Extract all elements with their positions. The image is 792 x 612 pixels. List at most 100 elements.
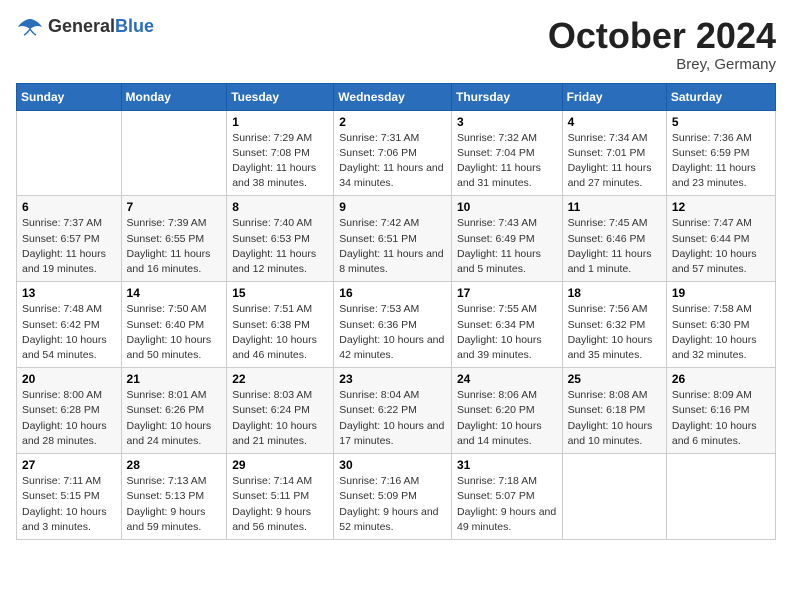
day-info: Sunrise: 7:58 AMSunset: 6:30 PMDaylight:… xyxy=(672,302,770,363)
day-info: Sunrise: 7:18 AMSunset: 5:07 PMDaylight:… xyxy=(457,474,557,535)
calendar-cell: 2 Sunrise: 7:31 AMSunset: 7:06 PMDaylight… xyxy=(334,110,452,196)
day-number: 12 xyxy=(672,200,770,214)
calendar-cell xyxy=(666,454,775,540)
calendar-cell: 4Sunrise: 7:34 AMSunset: 7:01 PMDaylight… xyxy=(562,110,666,196)
day-number: 25 xyxy=(568,372,661,386)
day-info: Sunrise: 8:06 AMSunset: 6:20 PMDaylight:… xyxy=(457,388,557,449)
calendar-cell: 1Sunrise: 7:29 AMSunset: 7:08 PMDaylight… xyxy=(227,110,334,196)
day-info: Sunrise: 7:42 AMSunset: 6:51 PMDaylight:… xyxy=(339,216,446,277)
calendar-cell: 3Sunrise: 7:32 AMSunset: 7:04 PMDaylight… xyxy=(451,110,562,196)
calendar-table: SundayMondayTuesdayWednesdayThursdayFrid… xyxy=(16,83,776,540)
day-number: 3 xyxy=(457,115,557,129)
day-info: Sunrise: 7:48 AMSunset: 6:42 PMDaylight:… xyxy=(22,302,116,363)
month-title: October 2024 xyxy=(548,16,776,56)
calendar-cell: 28 Sunrise: 7:13 AMSunset: 5:13 PMDayligh… xyxy=(121,454,227,540)
calendar-cell: 8 Sunrise: 7:40 AMSunset: 6:53 PMDaylight… xyxy=(227,196,334,282)
calendar-cell: 27 Sunrise: 7:11 AMSunset: 5:15 PMDayligh… xyxy=(17,454,122,540)
day-info: Sunrise: 7:16 AMSunset: 5:09 PMDaylight:… xyxy=(339,474,446,535)
logo-bird-icon xyxy=(16,17,44,37)
calendar-week-row: 27 Sunrise: 7:11 AMSunset: 5:15 PMDayligh… xyxy=(17,454,776,540)
weekday-header-saturday: Saturday xyxy=(666,83,775,110)
day-number: 31 xyxy=(457,458,557,472)
day-info: Sunrise: 7:45 AMSunset: 6:46 PMDaylight:… xyxy=(568,216,661,277)
day-info: Sunrise: 7:47 AMSunset: 6:44 PMDaylight:… xyxy=(672,216,770,277)
weekday-header-wednesday: Wednesday xyxy=(334,83,452,110)
day-number: 26 xyxy=(672,372,770,386)
title-area: October 2024 Brey, Germany xyxy=(548,16,776,73)
day-number: 17 xyxy=(457,286,557,300)
day-number: 6 xyxy=(22,200,116,214)
day-number: 27 xyxy=(22,458,116,472)
weekday-header-monday: Monday xyxy=(121,83,227,110)
calendar-cell: 26Sunrise: 8:09 AMSunset: 6:16 PMDayligh… xyxy=(666,368,775,454)
calendar-cell xyxy=(17,110,122,196)
day-info: Sunrise: 7:34 AMSunset: 7:01 PMDaylight:… xyxy=(568,131,661,192)
logo-text-general: General xyxy=(48,16,115,36)
day-number: 21 xyxy=(127,372,222,386)
day-info: Sunrise: 8:01 AMSunset: 6:26 PMDaylight:… xyxy=(127,388,222,449)
day-info: Sunrise: 7:55 AMSunset: 6:34 PMDaylight:… xyxy=(457,302,557,363)
calendar-cell: 24Sunrise: 8:06 AMSunset: 6:20 PMDayligh… xyxy=(451,368,562,454)
calendar-cell: 14Sunrise: 7:50 AMSunset: 6:40 PMDayligh… xyxy=(121,282,227,368)
calendar-cell: 12 Sunrise: 7:47 AMSunset: 6:44 PMDayligh… xyxy=(666,196,775,282)
day-number: 11 xyxy=(568,200,661,214)
day-info: Sunrise: 8:03 AMSunset: 6:24 PMDaylight:… xyxy=(232,388,328,449)
day-info: Sunrise: 7:13 AMSunset: 5:13 PMDaylight:… xyxy=(127,474,222,535)
calendar-cell: 22 Sunrise: 8:03 AMSunset: 6:24 PMDayligh… xyxy=(227,368,334,454)
calendar-cell: 30 Sunrise: 7:16 AMSunset: 5:09 PMDayligh… xyxy=(334,454,452,540)
day-info: Sunrise: 7:11 AMSunset: 5:15 PMDaylight:… xyxy=(22,474,116,535)
day-info: Sunrise: 7:56 AMSunset: 6:32 PMDaylight:… xyxy=(568,302,661,363)
calendar-cell xyxy=(121,110,227,196)
calendar-cell: 21 Sunrise: 8:01 AMSunset: 6:26 PMDayligh… xyxy=(121,368,227,454)
calendar-week-row: 6 Sunrise: 7:37 AMSunset: 6:57 PMDaylight… xyxy=(17,196,776,282)
calendar-cell: 18Sunrise: 7:56 AMSunset: 6:32 PMDayligh… xyxy=(562,282,666,368)
day-number: 29 xyxy=(232,458,328,472)
day-number: 5 xyxy=(672,115,770,129)
day-info: Sunrise: 8:08 AMSunset: 6:18 PMDaylight:… xyxy=(568,388,661,449)
calendar-cell: 16Sunrise: 7:53 AMSunset: 6:36 PMDayligh… xyxy=(334,282,452,368)
calendar-cell: 11 Sunrise: 7:45 AMSunset: 6:46 PMDayligh… xyxy=(562,196,666,282)
day-number: 19 xyxy=(672,286,770,300)
day-number: 23 xyxy=(339,372,446,386)
calendar-cell: 19 Sunrise: 7:58 AMSunset: 6:30 PMDayligh… xyxy=(666,282,775,368)
location-title: Brey, Germany xyxy=(548,56,776,73)
calendar-cell: 6 Sunrise: 7:37 AMSunset: 6:57 PMDaylight… xyxy=(17,196,122,282)
day-info: Sunrise: 7:39 AMSunset: 6:55 PMDaylight:… xyxy=(127,216,222,277)
day-number: 10 xyxy=(457,200,557,214)
calendar-cell: 13 Sunrise: 7:48 AMSunset: 6:42 PMDayligh… xyxy=(17,282,122,368)
day-info: Sunrise: 7:29 AMSunset: 7:08 PMDaylight:… xyxy=(232,131,328,192)
day-info: Sunrise: 7:37 AMSunset: 6:57 PMDaylight:… xyxy=(22,216,116,277)
day-number: 15 xyxy=(232,286,328,300)
day-number: 8 xyxy=(232,200,328,214)
day-info: Sunrise: 7:40 AMSunset: 6:53 PMDaylight:… xyxy=(232,216,328,277)
logo: GeneralBlue xyxy=(16,16,154,37)
calendar-cell: 9 Sunrise: 7:42 AMSunset: 6:51 PMDaylight… xyxy=(334,196,452,282)
day-number: 7 xyxy=(127,200,222,214)
calendar-cell: 23Sunrise: 8:04 AMSunset: 6:22 PMDayligh… xyxy=(334,368,452,454)
day-number: 2 xyxy=(339,115,446,129)
logo-text-blue: Blue xyxy=(115,16,154,36)
weekday-header-thursday: Thursday xyxy=(451,83,562,110)
calendar-week-row: 20Sunrise: 8:00 AMSunset: 6:28 PMDayligh… xyxy=(17,368,776,454)
page-header: GeneralBlue October 2024 Brey, Germany xyxy=(16,16,776,73)
calendar-cell: 15Sunrise: 7:51 AMSunset: 6:38 PMDayligh… xyxy=(227,282,334,368)
day-number: 13 xyxy=(22,286,116,300)
calendar-body: 1Sunrise: 7:29 AMSunset: 7:08 PMDaylight… xyxy=(17,110,776,539)
calendar-cell: 7 Sunrise: 7:39 AMSunset: 6:55 PMDaylight… xyxy=(121,196,227,282)
day-info: Sunrise: 8:00 AMSunset: 6:28 PMDaylight:… xyxy=(22,388,116,449)
day-info: Sunrise: 7:53 AMSunset: 6:36 PMDaylight:… xyxy=(339,302,446,363)
day-info: Sunrise: 7:14 AMSunset: 5:11 PMDaylight:… xyxy=(232,474,328,535)
day-number: 22 xyxy=(232,372,328,386)
calendar-cell: 29 Sunrise: 7:14 AMSunset: 5:11 PMDayligh… xyxy=(227,454,334,540)
calendar-cell: 10Sunrise: 7:43 AMSunset: 6:49 PMDayligh… xyxy=(451,196,562,282)
calendar-cell xyxy=(562,454,666,540)
day-number: 14 xyxy=(127,286,222,300)
calendar-week-row: 1Sunrise: 7:29 AMSunset: 7:08 PMDaylight… xyxy=(17,110,776,196)
calendar-cell: 20Sunrise: 8:00 AMSunset: 6:28 PMDayligh… xyxy=(17,368,122,454)
calendar-week-row: 13 Sunrise: 7:48 AMSunset: 6:42 PMDayligh… xyxy=(17,282,776,368)
day-number: 30 xyxy=(339,458,446,472)
day-number: 9 xyxy=(339,200,446,214)
day-info: Sunrise: 7:31 AMSunset: 7:06 PMDaylight:… xyxy=(339,131,446,192)
day-number: 28 xyxy=(127,458,222,472)
weekday-header-tuesday: Tuesday xyxy=(227,83,334,110)
